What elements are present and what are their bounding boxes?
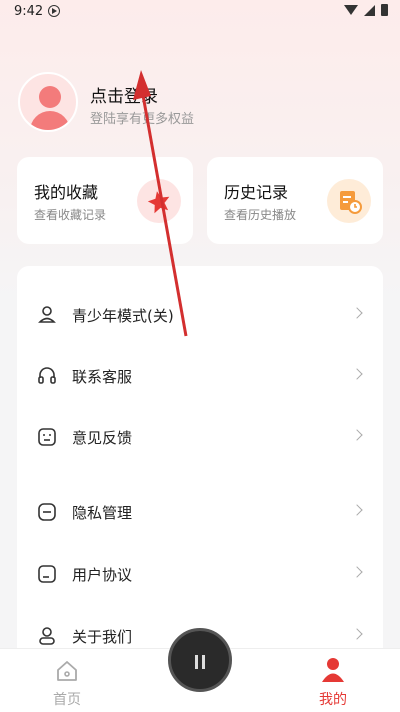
wifi-icon [344,5,358,15]
login-title[interactable]: 点击登录 [90,82,158,107]
pause-icon [195,655,205,669]
login-profile[interactable]: 点击登录 登陆享有更多权益 [18,72,388,134]
favorites-title: 我的收藏 [34,183,99,202]
tab-me-label: 我的 [319,692,347,708]
tab-me[interactable]: 我的 [293,649,373,712]
chevron-right-icon [351,307,363,319]
avatar-body-shape [30,111,70,130]
chevron-right-icon [351,368,363,380]
history-icon [327,179,371,223]
system-icons [344,4,388,16]
avatar-head-shape [39,86,61,108]
menu-item-label: 关于我们 [72,628,133,646]
avatar[interactable] [18,72,78,132]
history-card[interactable]: 历史记录 查看历史播放 [207,157,383,244]
teen-mode-icon [37,305,57,325]
favorites-card[interactable]: 我的收藏 查看收藏记录 [17,157,193,244]
star-icon [137,179,181,223]
battery-icon [381,4,388,16]
settings-menu: 青少年模式(关) 联系客服 意见反馈 隐私管理 用户协议 关于我们 [17,266,383,666]
cellular-signal-icon [364,4,375,16]
favorites-subtitle: 查看收藏记录 [34,208,107,222]
menu-item-feedback[interactable]: 意见反馈 [17,415,383,459]
menu-item-label: 意见反馈 [72,429,133,447]
privacy-icon [37,502,57,522]
feedback-icon [37,427,57,447]
status-time: 9:42 [14,4,44,19]
home-icon [55,659,79,687]
chevron-right-icon [351,566,363,578]
tab-home[interactable]: 首页 [27,649,107,712]
menu-item-privacy[interactable]: 隐私管理 [17,490,383,534]
menu-item-label: 隐私管理 [72,504,133,522]
menu-item-label: 用户协议 [72,566,133,584]
status-bar: 9:42 [0,0,400,24]
chevron-right-icon [351,429,363,441]
agreement-icon [37,564,57,584]
history-subtitle: 查看历史播放 [224,208,297,222]
chevron-right-icon [351,504,363,516]
menu-item-label: 青少年模式(关) [72,307,174,325]
menu-item-customer-service[interactable]: 联系客服 [17,354,383,398]
user-icon [321,657,345,687]
about-icon [37,626,57,646]
login-subtitle: 登陆享有更多权益 [90,112,195,127]
history-title: 历史记录 [224,183,289,202]
menu-item-teen-mode[interactable]: 青少年模式(关) [17,293,383,337]
menu-item-label: 联系客服 [72,368,133,386]
chevron-right-icon [351,628,363,640]
mini-player-button[interactable] [168,628,232,692]
tab-home-label: 首页 [53,692,81,708]
menu-item-user-agreement[interactable]: 用户协议 [17,552,383,596]
media-playing-icon [48,5,60,17]
headset-icon [37,366,57,386]
